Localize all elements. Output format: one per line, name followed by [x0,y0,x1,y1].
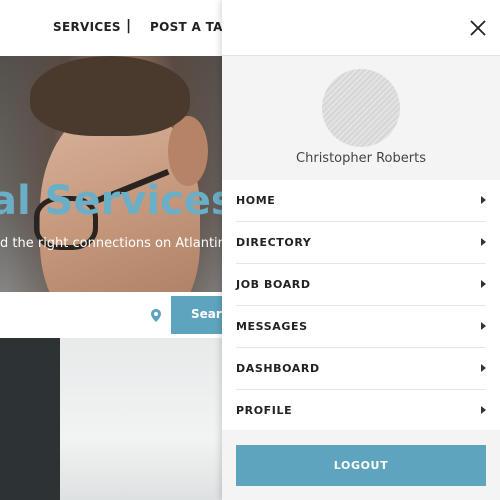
close-icon[interactable] [468,18,488,38]
menu-item-profile[interactable]: PROFILE [236,390,486,432]
menu-item-label: PROFILE [236,404,293,417]
menu-item-label: MESSAGES [236,320,308,333]
drawer-header [222,0,500,56]
chevron-right-icon [481,280,486,288]
chevron-right-icon [481,322,486,330]
menu-item-label: HOME [236,194,276,207]
logout-area: LOGOUT [222,430,500,500]
logout-button[interactable]: LOGOUT [236,445,486,486]
hero-photo-hair [30,56,190,136]
menu-item-job-board[interactable]: JOB BOARD [236,264,486,306]
hero-subtitle: d the right connections on Atlantim [0,236,231,251]
chevron-right-icon [481,196,486,204]
chevron-right-icon [481,238,486,246]
menu-item-dashboard[interactable]: DASHBOARD [236,348,486,390]
menu-item-directory[interactable]: DIRECTORY [236,222,486,264]
chevron-right-icon [481,406,486,414]
map-pin-icon [151,307,161,326]
drawer-profile: Christopher Roberts [222,56,500,180]
hero-banner [0,56,222,500]
drawer-menu: HOME DIRECTORY JOB BOARD MESSAGES DASHBO… [222,180,500,430]
user-name: Christopher Roberts [296,151,426,166]
menu-item-label: DASHBOARD [236,362,320,375]
avatar[interactable] [322,69,400,147]
hero-photo-ear [168,116,208,186]
nav-services[interactable]: SERVICES [53,20,121,34]
menu-item-messages[interactable]: MESSAGES [236,306,486,348]
menu-item-label: DIRECTORY [236,236,312,249]
menu-item-home[interactable]: HOME [236,180,486,222]
menu-item-label: JOB BOARD [236,278,311,291]
hero-title: al Services [0,178,235,224]
side-drawer: Christopher Roberts HOME DIRECTORY JOB B… [222,0,500,500]
chevron-right-icon [481,364,486,372]
nav-separator: | [126,18,132,34]
hero-photo-shadow [0,338,60,500]
